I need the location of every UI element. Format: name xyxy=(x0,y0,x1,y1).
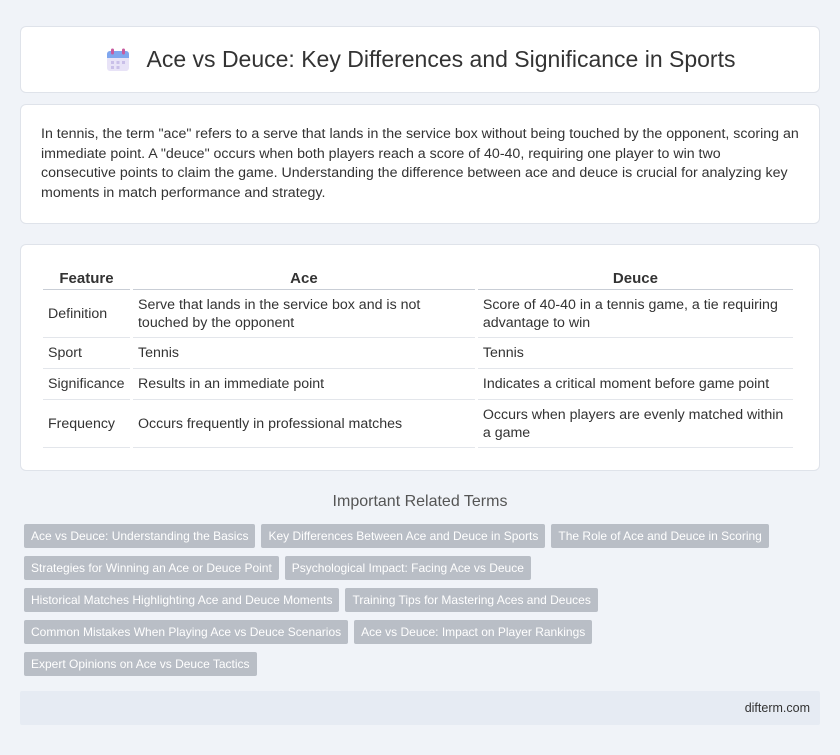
table-cell-deuce: Tennis xyxy=(477,338,793,369)
table-header-ace: Ace xyxy=(132,264,475,290)
table-header-row: Feature Ace Deuce xyxy=(43,264,793,290)
table-row: Sport Tennis Tennis xyxy=(43,338,793,369)
header-card: Ace vs Deuce: Key Differences and Signif… xyxy=(20,26,820,93)
related-term-tag[interactable]: The Role of Ace and Deuce in Scoring xyxy=(551,524,769,548)
footer-site-link[interactable]: difterm.com xyxy=(745,701,810,715)
related-term-tag[interactable]: Training Tips for Mastering Aces and Deu… xyxy=(345,588,598,612)
table-cell-ace: Results in an immediate point xyxy=(132,369,475,400)
comparison-table-card: Feature Ace Deuce Definition Serve that … xyxy=(20,244,820,471)
table-cell-feature: Frequency xyxy=(43,400,130,448)
related-terms-list: Ace vs Deuce: Understanding the Basics K… xyxy=(24,524,814,684)
table-cell-feature: Sport xyxy=(43,338,130,369)
table-cell-ace: Serve that lands in the service box and … xyxy=(132,290,475,338)
related-term-tag[interactable]: Strategies for Winning an Ace or Deuce P… xyxy=(24,556,279,580)
related-term-tag[interactable]: Historical Matches Highlighting Ace and … xyxy=(24,588,340,612)
table-cell-ace: Occurs frequently in professional matche… xyxy=(132,400,475,448)
table-row: Frequency Occurs frequently in professio… xyxy=(43,400,793,448)
intro-card: In tennis, the term "ace" refers to a se… xyxy=(20,104,820,224)
related-term-tag[interactable]: Ace vs Deuce: Impact on Player Rankings xyxy=(354,620,593,644)
table-cell-feature: Significance xyxy=(43,369,130,400)
table-header-feature: Feature xyxy=(43,264,130,290)
table-row: Significance Results in an immediate poi… xyxy=(43,369,793,400)
footer: difterm.com xyxy=(20,691,820,725)
table-row: Definition Serve that lands in the servi… xyxy=(43,290,793,338)
related-term-tag[interactable]: Ace vs Deuce: Understanding the Basics xyxy=(24,524,256,548)
related-terms-title: Important Related Terms xyxy=(332,493,508,510)
table-cell-deuce: Occurs when players are evenly matched w… xyxy=(477,400,793,448)
table-cell-ace: Tennis xyxy=(132,338,475,369)
related-term-tag[interactable]: Key Differences Between Ace and Deuce in… xyxy=(261,524,546,548)
table-cell-feature: Definition xyxy=(43,290,130,338)
table-header-deuce: Deuce xyxy=(477,264,793,290)
page-title: Ace vs Deuce: Key Differences and Signif… xyxy=(146,46,736,72)
related-term-tag[interactable]: Common Mistakes When Playing Ace vs Deuc… xyxy=(24,620,349,644)
table-cell-deuce: Indicates a critical moment before game … xyxy=(477,369,793,400)
table-cell-deuce: Score of 40-40 in a tennis game, a tie r… xyxy=(477,290,793,338)
related-term-tag[interactable]: Expert Opinions on Ace vs Deuce Tactics xyxy=(24,652,257,676)
comparison-table: Feature Ace Deuce Definition Serve that … xyxy=(40,264,796,448)
intro-text: In tennis, the term "ace" refers to a se… xyxy=(41,126,799,201)
related-term-tag[interactable]: Psychological Impact: Facing Ace vs Deuc… xyxy=(284,556,531,580)
calendar-icon xyxy=(105,47,131,73)
